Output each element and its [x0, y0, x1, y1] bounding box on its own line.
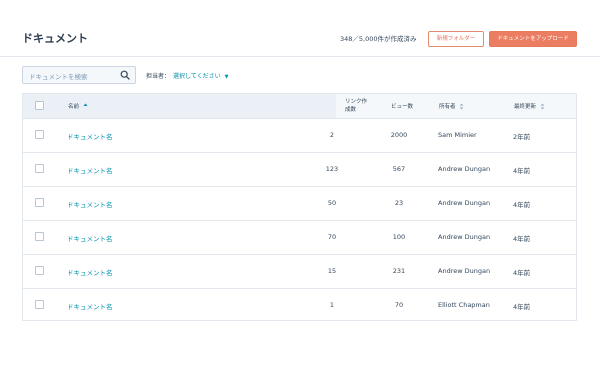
table-row[interactable]: ドキュメント名 123 567 Andrew Dungan 4年前 [23, 152, 576, 187]
column-header-name[interactable]: 名前 [68, 102, 88, 110]
table-row[interactable]: ドキュメント名 1 70 Elliott Chapman 4年前 [23, 288, 576, 322]
document-name-link[interactable]: ドキュメント名 [67, 233, 113, 243]
views-count: 2000 [390, 131, 408, 139]
owner-name: Sam Mimier [438, 131, 477, 139]
upload-document-button[interactable]: ドキュメントをアップロード [489, 31, 577, 47]
document-name-link[interactable]: ドキュメント名 [67, 267, 113, 277]
row-checkbox[interactable] [35, 198, 44, 207]
last-updated: 4年前 [513, 201, 531, 209]
views-count: 567 [392, 165, 406, 173]
search-input[interactable]: ドキュメントを検索 [22, 66, 136, 84]
column-links-label-2: 成数 [345, 107, 357, 113]
owner-filter-label: 担当者： [146, 73, 171, 80]
links-count: 15 [327, 267, 337, 275]
views-count: 100 [392, 233, 406, 241]
select-all-checkbox[interactable] [35, 101, 44, 110]
column-header-owner[interactable]: 所有者 [439, 102, 464, 110]
page-title: ドキュメント [22, 32, 88, 45]
last-updated: 4年前 [513, 235, 531, 243]
page-header: ドキュメント 348／5,000件が作成済み 新規フォルダー ドキュメントをアッ… [0, 0, 600, 57]
document-name-link[interactable]: ドキュメント名 [67, 165, 113, 175]
table-header: 名前 リンク作 成数 ビュー数 所有者 最終更新 [23, 94, 576, 119]
table-row[interactable]: ドキュメント名 50 23 Andrew Dungan 4年前 [23, 186, 576, 221]
chevron-down-icon: ▼ [224, 74, 229, 80]
owner-name: Andrew Dungan [438, 165, 491, 173]
last-updated: 4年前 [513, 303, 531, 311]
views-count: 231 [392, 267, 406, 275]
column-links-label-1: リンク作 [345, 99, 368, 105]
owner-name: Andrew Dungan [438, 233, 491, 241]
owner-name: Andrew Dungan [438, 199, 491, 207]
owner-name: Andrew Dungan [438, 267, 491, 275]
table-row[interactable]: ドキュメント名 70 100 Andrew Dungan 4年前 [23, 220, 576, 255]
column-header-updated[interactable]: 最終更新 [514, 102, 545, 110]
row-checkbox[interactable] [35, 232, 44, 241]
row-checkbox[interactable] [35, 130, 44, 139]
search-icon[interactable] [120, 70, 130, 80]
last-updated: 2年前 [513, 133, 531, 141]
row-checkbox[interactable] [35, 266, 44, 275]
views-count: 23 [394, 199, 404, 207]
sort-icon [540, 103, 545, 110]
usage-count: 348／5,000件が作成済み [340, 35, 417, 43]
owner-name: Elliott Chapman [438, 301, 490, 309]
owner-filter-dropdown[interactable]: 選択してください ▼ [173, 71, 228, 80]
column-owner-label: 所有者 [439, 104, 456, 110]
column-header-links[interactable]: リンク作 成数 [345, 98, 367, 114]
document-name-link[interactable]: ドキュメント名 [67, 131, 113, 141]
search-placeholder: ドキュメントを検索 [29, 73, 88, 81]
owner-filter-value: 選択してください [173, 73, 221, 80]
last-updated: 4年前 [513, 269, 531, 277]
document-name-link[interactable]: ドキュメント名 [67, 301, 113, 311]
table-row[interactable]: ドキュメント名 2 2000 Sam Mimier 2年前 [23, 118, 576, 153]
new-folder-button[interactable]: 新規フォルダー [428, 31, 484, 47]
links-count: 1 [329, 301, 335, 309]
sort-ascending-icon [83, 103, 88, 106]
column-header-views[interactable]: ビュー数 [391, 102, 413, 110]
sort-icon [459, 103, 464, 110]
links-count: 2 [329, 131, 335, 139]
documents-table: 名前 リンク作 成数 ビュー数 所有者 最終更新 ドキュメント名 2 2000 [22, 93, 577, 321]
row-checkbox[interactable] [35, 164, 44, 173]
column-updated-label: 最終更新 [514, 104, 537, 110]
column-name-label: 名前 [68, 104, 80, 110]
views-count: 70 [394, 301, 404, 309]
links-count: 70 [327, 233, 337, 241]
row-checkbox[interactable] [35, 300, 44, 309]
links-count: 123 [325, 165, 339, 173]
table-row[interactable]: ドキュメント名 15 231 Andrew Dungan 4年前 [23, 254, 576, 289]
last-updated: 4年前 [513, 167, 531, 175]
document-name-link[interactable]: ドキュメント名 [67, 199, 113, 209]
links-count: 50 [327, 199, 337, 207]
